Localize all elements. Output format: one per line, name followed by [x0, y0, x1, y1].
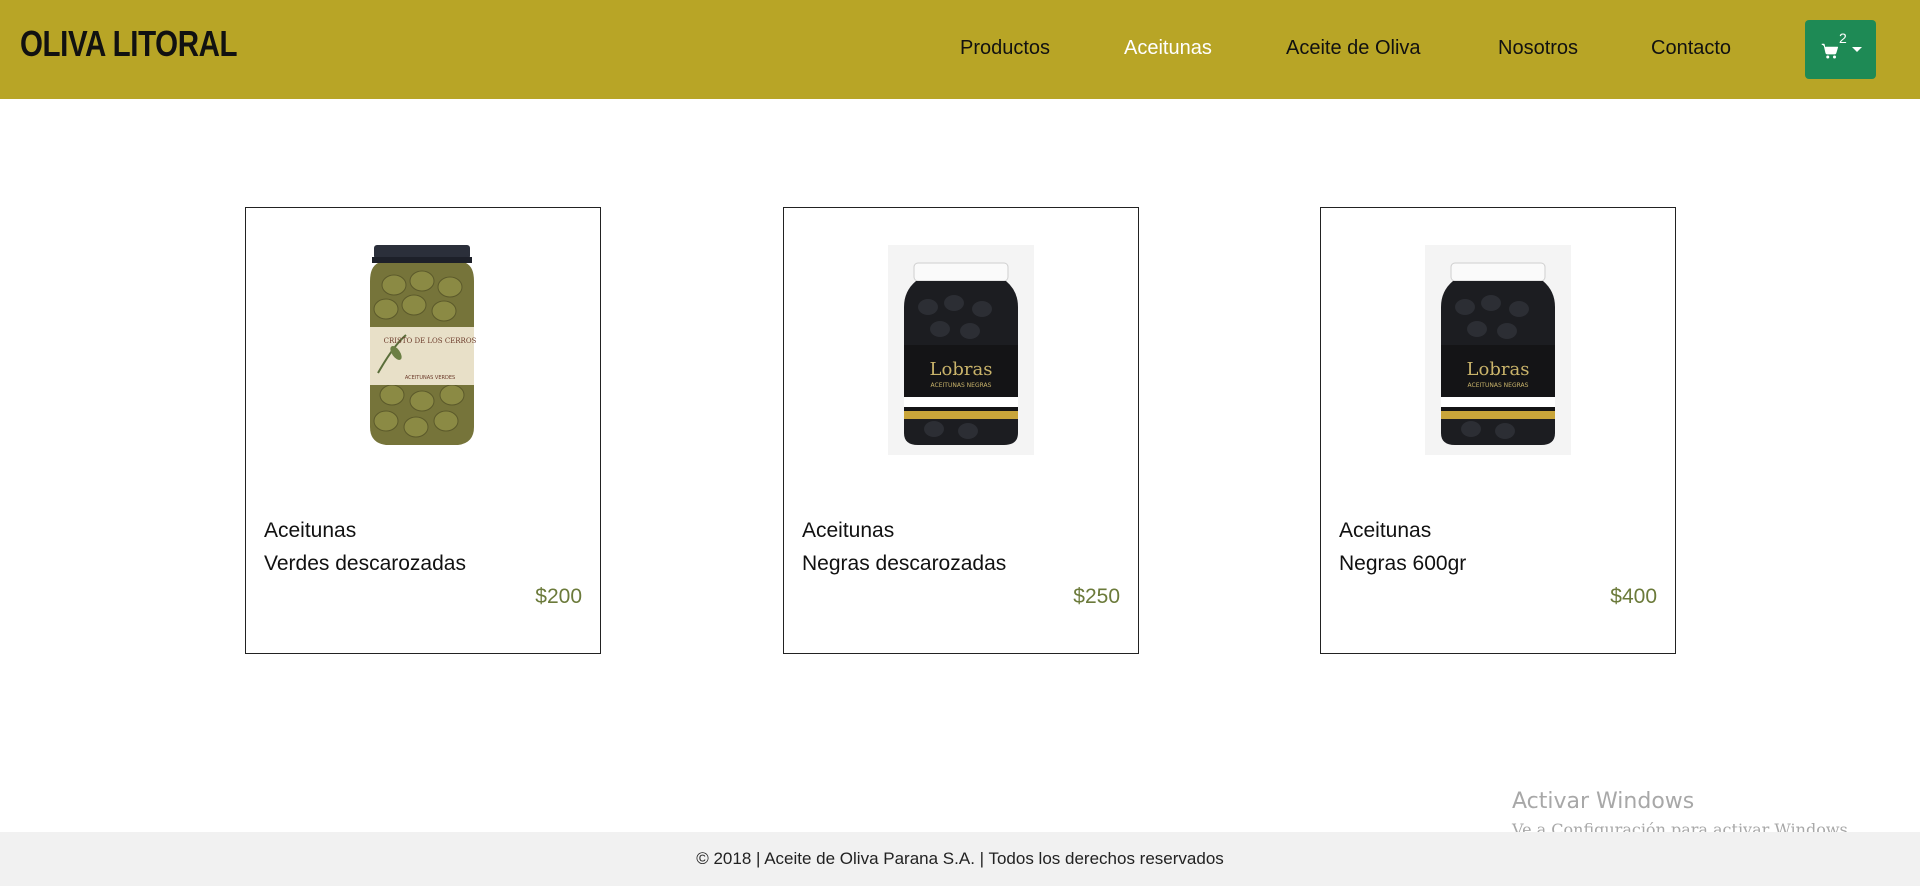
footer-copyright: © 2018 | Aceite de Oliva Parana S.A. | T… — [696, 849, 1224, 868]
jar-sublabel-text: ACEITUNAS VERDES — [405, 375, 455, 381]
product-card[interactable]: Lobras ACEITUNAS NEGRAS Aceitunas Negras… — [783, 207, 1139, 654]
nav-item-aceite-de-oliva[interactable]: Aceite de Oliva — [1286, 36, 1421, 60]
nav-item-aceitunas[interactable]: Aceitunas — [1124, 36, 1212, 60]
nav-item-productos[interactable]: Productos — [960, 36, 1050, 60]
product-card[interactable]: Lobras ACEITUNAS NEGRAS Aceitunas Negras… — [1320, 207, 1676, 654]
top-navbar: OLIVA LITORAL Productos Aceitunas Aceite… — [0, 0, 1920, 99]
product-card[interactable]: CRISTO DE LOS CERROS ACEITUNAS VERDES Ac… — [245, 207, 601, 654]
jar-label-text: CRISTO DE LOS CERROS — [384, 337, 477, 345]
nav-item-contacto[interactable]: Contacto — [1651, 36, 1731, 60]
nav-item-nosotros[interactable]: Nosotros — [1498, 36, 1578, 60]
product-image-black-olives-jar: Lobras ACEITUNAS NEGRAS — [1425, 245, 1571, 455]
product-price: $400 — [1610, 585, 1657, 608]
jar-sublabel-text: ACEITUNAS NEGRAS — [1468, 382, 1529, 389]
cart-icon — [1821, 43, 1839, 59]
product-name: Negras 600gr — [1339, 552, 1467, 575]
product-image-green-olives-jar: CRISTO DE LOS CERROS ACEITUNAS VERDES — [370, 245, 477, 445]
product-category: Aceitunas — [1339, 519, 1432, 542]
product-price: $200 — [535, 585, 582, 608]
page-footer: © 2018 | Aceite de Oliva Parana S.A. | T… — [0, 832, 1920, 886]
product-category: Aceitunas — [264, 519, 357, 542]
product-category: Aceitunas — [802, 519, 895, 542]
jar-sublabel-text: ACEITUNAS NEGRAS — [931, 382, 992, 389]
cart-dropdown-button[interactable]: 2 — [1805, 20, 1876, 79]
watermark-title: Activar Windows — [1512, 789, 1695, 814]
jar-label-text: Lobras — [1467, 359, 1530, 380]
cart-count-badge: 2 — [1839, 30, 1847, 46]
caret-down-icon — [1852, 47, 1862, 52]
product-image-black-olives-jar: Lobras ACEITUNAS NEGRAS — [888, 245, 1034, 455]
product-name: Verdes descarozadas — [264, 552, 466, 575]
product-price: $250 — [1073, 585, 1120, 608]
main-nav: Productos Aceitunas Aceite de Oliva Noso… — [0, 0, 1920, 99]
product-name: Negras descarozadas — [802, 552, 1007, 575]
jar-label-text: Lobras — [930, 359, 993, 380]
